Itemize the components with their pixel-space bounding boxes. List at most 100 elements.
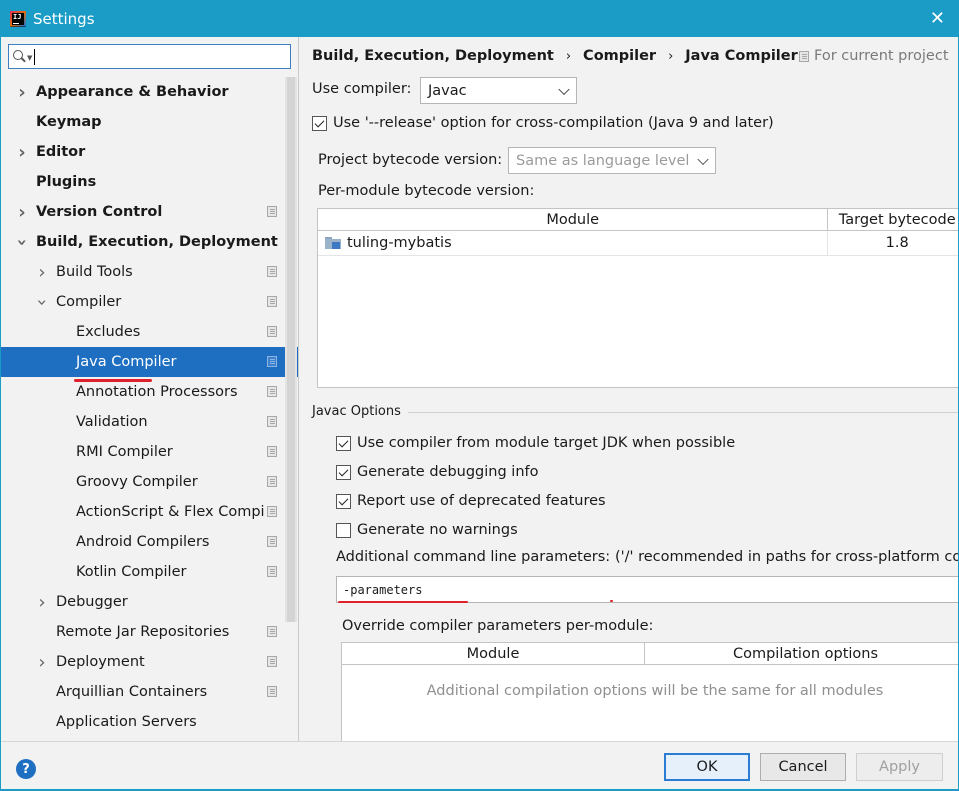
column-header-module[interactable]: Module bbox=[318, 209, 829, 230]
for-current-project-label: For current project bbox=[814, 48, 949, 64]
ok-button[interactable]: OK bbox=[664, 753, 750, 781]
breadcrumb-separator: › bbox=[668, 48, 674, 64]
intellij-app-icon: IJ bbox=[10, 10, 26, 27]
search-input[interactable] bbox=[38, 46, 290, 67]
column-header-compilation-options[interactable]: Compilation options bbox=[645, 643, 959, 664]
tree-item-remote-jar-repositories[interactable]: Remote Jar Repositories bbox=[0, 617, 298, 647]
module-folder-icon bbox=[325, 237, 341, 249]
additional-params-input[interactable]: -parameters bbox=[336, 576, 959, 603]
tree-item-label: Java Compiler bbox=[76, 354, 177, 370]
tree-item-actionscript-flex-compi[interactable]: ActionScript & Flex Compi bbox=[0, 497, 298, 527]
tree-item-label: Arquillian Containers bbox=[56, 684, 208, 700]
javac-checkbox[interactable] bbox=[336, 522, 351, 538]
breadcrumb-item: Compiler bbox=[583, 48, 657, 64]
release-option-checkbox[interactable] bbox=[312, 115, 327, 131]
tree-item-version-control[interactable]: › Version Control bbox=[0, 197, 298, 227]
tree-item-label: Build, Execution, Deployment bbox=[36, 234, 278, 250]
tree-item-android-compilers[interactable]: Android Compilers bbox=[0, 527, 298, 557]
javac-checkbox-row[interactable]: Use compiler from module target JDK when… bbox=[336, 435, 735, 451]
javac-checkbox-label: Generate debugging info bbox=[357, 464, 539, 480]
chevron-right-icon[interactable]: › bbox=[16, 202, 28, 223]
tree-item-application-servers[interactable]: Application Servers bbox=[0, 707, 298, 737]
red-annotation-underline bbox=[74, 379, 152, 382]
tree-item-editor[interactable]: › Editor bbox=[0, 137, 298, 167]
override-params-table[interactable]: Module Compilation options Additional co… bbox=[341, 642, 959, 741]
breadcrumb-separator: › bbox=[565, 48, 572, 64]
search-icon[interactable] bbox=[13, 49, 27, 64]
javac-checkbox-label: Use compiler from module target JDK when… bbox=[357, 435, 736, 451]
tree-item-label: Plugins bbox=[36, 174, 97, 190]
tree-item-deployment[interactable]: › Deployment bbox=[0, 647, 298, 677]
tree-item-label: RMI Compiler bbox=[76, 444, 173, 460]
chevron-right-icon[interactable]: › bbox=[16, 82, 28, 103]
javac-checkbox[interactable] bbox=[336, 435, 351, 451]
release-option-checkbox-row[interactable]: Use '--release' option for cross-compila… bbox=[312, 115, 774, 131]
module-bytecode-table[interactable]: Module Target bytecode tuling-mybatis 1.… bbox=[317, 208, 959, 388]
table-row[interactable]: tuling-mybatis 1.8 bbox=[318, 231, 959, 256]
project-scope-icon bbox=[267, 416, 277, 427]
dialog-button-bar: ? OK Cancel Apply bbox=[0, 741, 959, 791]
tree-item-label: Debugger bbox=[56, 594, 128, 610]
sidebar-scrollbar-thumb[interactable] bbox=[287, 77, 295, 622]
column-header-module[interactable]: Module bbox=[342, 643, 646, 664]
cancel-button[interactable]: Cancel bbox=[760, 753, 846, 781]
column-header-target-bytecode[interactable]: Target bytecode bbox=[828, 209, 959, 230]
tree-item-build-execution-deployment[interactable]: › Build, Execution, Deployment bbox=[0, 227, 298, 257]
tree-item-appearance-behavior[interactable]: › Appearance & Behavior bbox=[0, 77, 298, 107]
app-icon-letters: IJ bbox=[13, 12, 22, 24]
tree-item-label: Deployment bbox=[56, 654, 145, 670]
tree-item-debugger[interactable]: › Debugger bbox=[0, 587, 298, 617]
tree-item-keymap[interactable]: Keymap bbox=[0, 107, 298, 137]
tree-item-groovy-compiler[interactable]: Groovy Compiler bbox=[0, 467, 298, 497]
tree-item-arquillian-containers[interactable]: Arquillian Containers bbox=[0, 677, 298, 707]
chevron-right-icon[interactable]: › bbox=[36, 652, 48, 673]
tree-item-rmi-compiler[interactable]: RMI Compiler bbox=[0, 437, 298, 467]
close-icon[interactable]: ✕ bbox=[930, 8, 945, 29]
chevron-down-icon[interactable]: › bbox=[12, 236, 33, 248]
project-bytecode-version-value: Same as language level bbox=[516, 152, 690, 169]
tree-item-label: Version Control bbox=[36, 204, 163, 220]
use-compiler-dropdown[interactable]: Javac bbox=[420, 77, 577, 104]
override-params-label: Override compiler parameters per-module: bbox=[342, 618, 654, 634]
settings-sidebar: ▼ › Appearance & Behavior Keymap › Editor Plu… bbox=[0, 37, 299, 741]
project-scope-icon bbox=[267, 326, 277, 337]
apply-button[interactable]: Apply bbox=[856, 753, 943, 781]
tree-item-label: Application Servers bbox=[56, 714, 197, 730]
search-options-triangle-icon[interactable]: ▼ bbox=[27, 54, 32, 62]
red-annotation-underline bbox=[338, 601, 468, 603]
tree-item-plugins[interactable]: Plugins bbox=[0, 167, 298, 197]
target-bytecode-cell[interactable]: 1.8 bbox=[828, 231, 959, 255]
tree-item-excludes[interactable]: Excludes bbox=[0, 317, 298, 347]
sidebar-scrollbar[interactable] bbox=[285, 77, 297, 622]
javac-checkbox-row[interactable]: Generate no warnings bbox=[336, 522, 518, 538]
target-bytecode-value: 1.8 bbox=[885, 235, 909, 251]
project-bytecode-version-label: Project bytecode version: bbox=[318, 152, 503, 168]
tree-item-kotlin-compiler[interactable]: Kotlin Compiler bbox=[0, 557, 298, 587]
chevron-down-icon[interactable]: › bbox=[32, 296, 53, 308]
chevron-right-icon[interactable]: › bbox=[36, 592, 48, 613]
chevron-down-icon bbox=[697, 153, 709, 165]
search-box[interactable]: ▼ bbox=[8, 44, 291, 69]
chevron-right-icon[interactable]: › bbox=[16, 142, 28, 163]
help-icon[interactable]: ? bbox=[16, 759, 36, 779]
javac-checkbox-row[interactable]: Report use of deprecated features bbox=[336, 493, 606, 509]
javac-checkbox[interactable] bbox=[336, 464, 351, 480]
chevron-right-icon[interactable]: › bbox=[36, 262, 48, 283]
project-bytecode-version-dropdown[interactable]: Same as language level bbox=[508, 147, 716, 174]
tree-item-build-tools[interactable]: › Build Tools bbox=[0, 257, 298, 287]
javac-checkbox[interactable] bbox=[336, 493, 351, 509]
project-scope-icon bbox=[267, 356, 277, 367]
module-cell: tuling-mybatis bbox=[318, 231, 829, 255]
tree-item-compiler[interactable]: › Compiler bbox=[0, 287, 298, 317]
table-header: Module Target bytecode bbox=[318, 209, 959, 231]
group-divider bbox=[408, 412, 959, 413]
tree-item-validation[interactable]: Validation bbox=[0, 407, 298, 437]
module-name: tuling-mybatis bbox=[347, 235, 452, 251]
tree-item-label: Remote Jar Repositories bbox=[56, 624, 230, 640]
breadcrumb-item: Java Compiler bbox=[685, 48, 798, 64]
additional-params-hint: ('/' recommended in paths for cross-plat… bbox=[615, 549, 959, 565]
tree-item-label: Kotlin Compiler bbox=[76, 564, 187, 580]
javac-checkbox-row[interactable]: Generate debugging info bbox=[336, 464, 538, 480]
javac-checkbox-label: Generate no warnings bbox=[357, 522, 518, 538]
tree-item-java-compiler[interactable]: Java Compiler bbox=[0, 347, 298, 377]
